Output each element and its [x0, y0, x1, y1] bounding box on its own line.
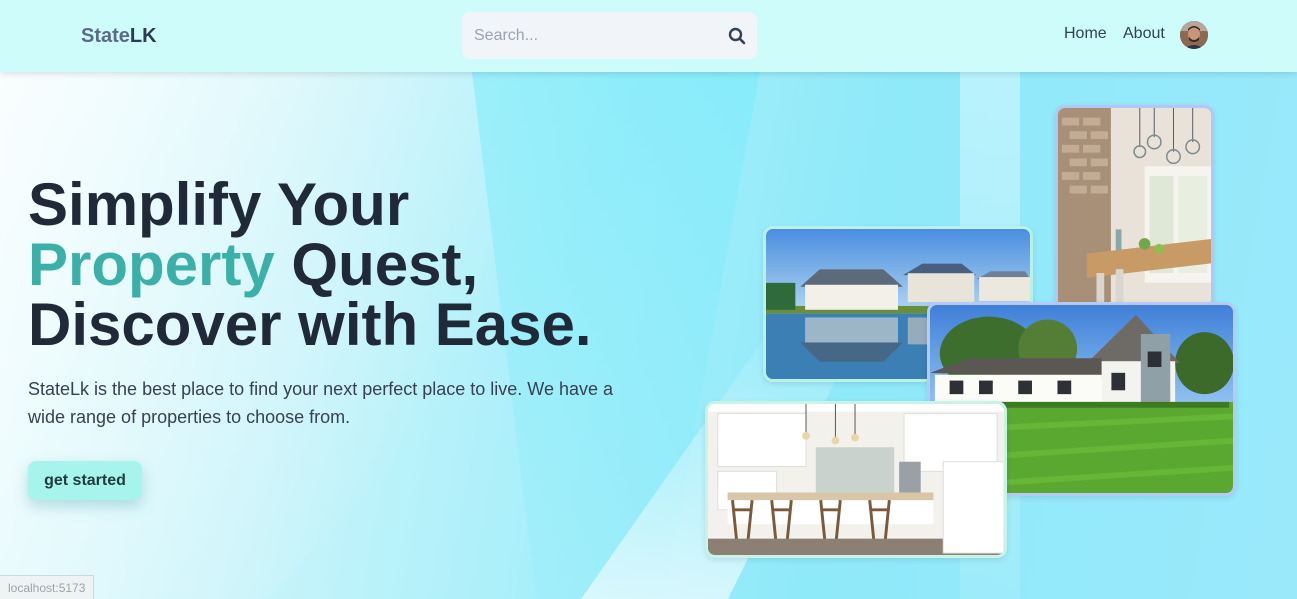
search-form	[462, 12, 757, 59]
hero-heading-accent: Property	[28, 231, 275, 298]
nav-link-home[interactable]: Home	[1064, 25, 1107, 43]
browser-status-bar: localhost:5173	[0, 575, 95, 599]
hero-heading-line2: Quest,	[274, 231, 479, 298]
hero-heading: Simplify Your Property Quest, Discover w…	[28, 175, 668, 355]
hero-heading-line3: Discover with Ease.	[28, 291, 592, 358]
search-icon[interactable]	[727, 26, 747, 46]
user-avatar[interactable]	[1180, 21, 1208, 49]
search-input[interactable]	[462, 12, 712, 59]
hero-heading-line1: Simplify Your	[28, 171, 410, 238]
nav-link-about[interactable]: About	[1123, 25, 1165, 43]
top-navbar: StateLK Home About	[0, 0, 1297, 72]
logo-part-lk: LK	[129, 25, 157, 47]
site-logo[interactable]: StateLK	[81, 25, 157, 48]
kitchen-island-photo	[705, 401, 1007, 558]
get-started-button[interactable]: get started	[28, 461, 142, 500]
hero-description: StateLk is the best place to find your n…	[28, 379, 613, 427]
logo-part-state: State	[81, 25, 130, 47]
interior-dining-photo	[1055, 105, 1214, 310]
